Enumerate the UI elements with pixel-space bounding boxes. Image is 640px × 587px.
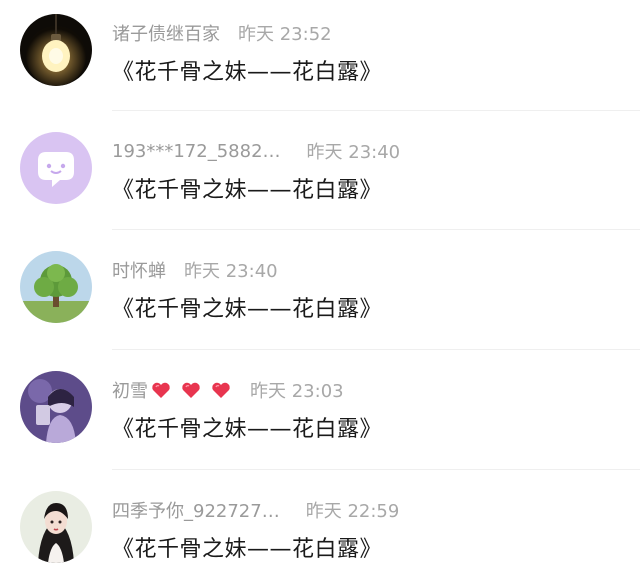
timestamp: 昨天 22:59: [305, 501, 400, 522]
divider: [112, 110, 640, 111]
girl-photo-icon: [20, 371, 92, 443]
user-avatar[interactable]: [20, 132, 92, 204]
user-avatar[interactable]: [20, 371, 92, 443]
chat-bubble-icon: [20, 132, 92, 204]
anime-girl-icon: [20, 491, 92, 563]
comment-text: 《花千骨之妹——花白露》: [112, 178, 383, 203]
tree-icon: [20, 251, 92, 323]
username[interactable]: 初雪: [112, 377, 148, 403]
heart-icon: [210, 380, 232, 400]
user-badges: [150, 380, 240, 400]
username[interactable]: 时怀蝉: [112, 257, 166, 283]
comment-item: 四季予你_922727… 昨天 22:59 《花千骨之妹——花白露》: [0, 477, 640, 577]
heart-icon: [150, 380, 172, 400]
timestamp: 昨天 23:03: [250, 381, 344, 402]
comment-text: 《花千骨之妹——花白露》: [112, 417, 383, 442]
user-avatar[interactable]: [20, 251, 92, 323]
timestamp: 昨天 23:40: [184, 261, 278, 282]
heart-icon: [180, 380, 202, 400]
comment-item: 初雪 昨天 23:03 《花千骨之妹——花白露》: [0, 357, 640, 457]
comment-text: 《花千骨之妹——花白露》: [112, 297, 383, 322]
divider: [112, 229, 640, 230]
user-avatar[interactable]: [20, 491, 92, 563]
comment-item: 193***172_5882… 昨天 23:40 《花千骨之妹——花白露》: [0, 118, 640, 218]
comment-item: 诸子债继百家 昨天 23:52 《花千骨之妹——花白露》: [0, 0, 640, 100]
username[interactable]: 诸子债继百家: [112, 20, 220, 46]
username[interactable]: 四季予你_922727…: [112, 497, 280, 523]
comment-text: 《花千骨之妹——花白露》: [112, 60, 383, 85]
timestamp: 昨天 23:52: [238, 24, 332, 45]
username[interactable]: 193***172_5882…: [112, 141, 281, 162]
divider: [112, 469, 640, 470]
divider: [112, 349, 640, 350]
lightbulb-icon: [20, 14, 92, 86]
comment-item: 时怀蝉 昨天 23:40 《花千骨之妹——花白露》: [0, 237, 640, 337]
timestamp: 昨天 23:40: [306, 142, 401, 163]
comment-text: 《花千骨之妹——花白露》: [112, 537, 383, 562]
user-avatar[interactable]: [20, 14, 92, 86]
